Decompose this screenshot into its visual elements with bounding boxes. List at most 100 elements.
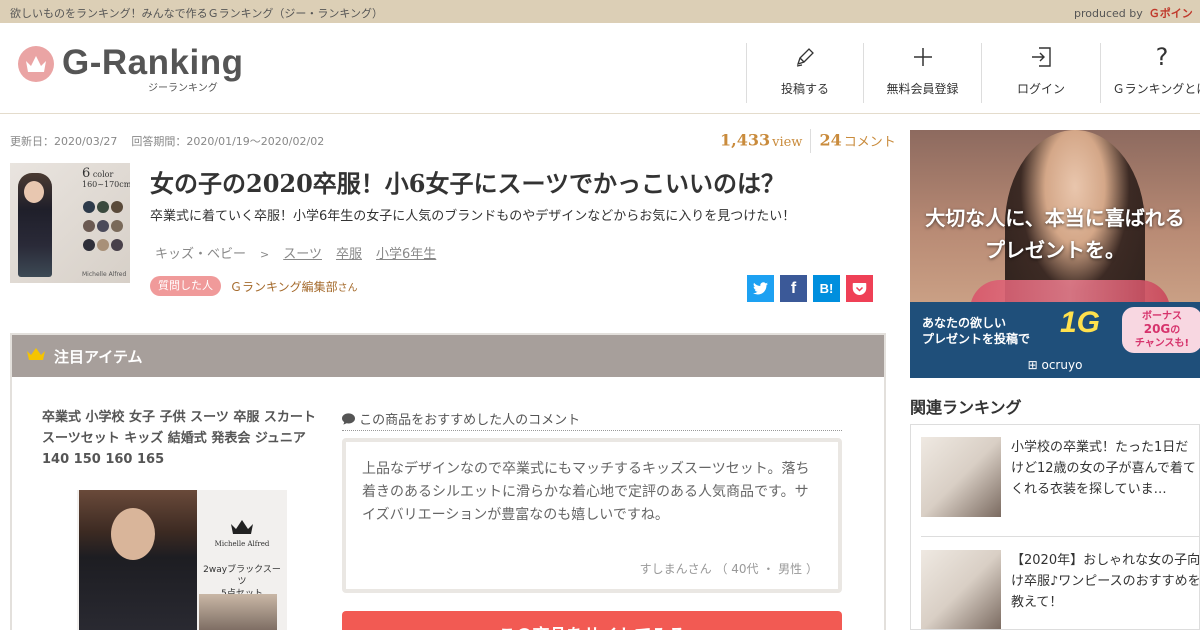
answer-period: 回答期間：2020/01/19～2020/02/02 — [131, 135, 325, 148]
plus-icon — [864, 43, 981, 71]
product-brand-text: Michelle Alfred — [214, 540, 270, 548]
ad-bonus-line3: チャンスも! — [1134, 338, 1190, 349]
pocket-share-button[interactable] — [846, 275, 873, 302]
question-description: 卒業式に着ていく卒服！小学6年生の女子に人気のブランドものやデザインなどからお気… — [150, 209, 796, 224]
related-ranking-text[interactable]: 小学校の卒業式！たった1日だけど12歳の女の子が喜んで着てくれる衣装を探していま… — [1011, 437, 1199, 500]
question-icon: ? — [1155, 43, 1169, 71]
hatena-icon: B! — [819, 281, 834, 296]
site-header: G-Ranking ジーランキング 投稿する 無料会員登録 ログイン ? Ｇラン… — [0, 23, 1200, 114]
view-on-site-button[interactable]: この商品をサイトでみる — [342, 611, 842, 630]
related-ranking-item[interactable]: 小学校の卒業式！たった1日だけど12歳の女の子が喜んで着てくれる衣装を探していま… — [911, 425, 1199, 525]
nav-login-label: ログイン — [1016, 82, 1065, 96]
question-stats: 1,433 view 24 コメント — [720, 129, 896, 153]
nav-post[interactable]: 投稿する — [746, 43, 863, 103]
color-swatch — [83, 239, 95, 251]
nav-about[interactable]: ? Ｇランキングとは — [1100, 43, 1200, 103]
thumbnail-color-label: color — [92, 170, 114, 179]
related-rankings-list: 小学校の卒業式！たった1日だけど12歳の女の子が喜んで着てくれる衣装を探していま… — [910, 424, 1200, 630]
asker-name-text[interactable]: Ｇランキング編集部 — [230, 280, 338, 294]
nav-register-label: 無料会員登録 — [886, 82, 959, 96]
stats-divider — [810, 129, 812, 153]
related-thumbnail — [921, 437, 1001, 517]
ad-headline-1: 大切な人に、本当に喜ばれる — [925, 206, 1185, 230]
ad-brand: ⊞ ocruyo — [910, 358, 1200, 372]
ad-headline-2: プレゼントを。 — [985, 238, 1125, 262]
thumbnail-size: 160~170cm — [82, 180, 130, 189]
ad-bonus-badge: ボーナス 20Gの チャンスも! — [1122, 307, 1200, 353]
hatena-share-button[interactable]: B! — [813, 275, 840, 302]
thumbnail-color-count: 6 — [82, 166, 91, 181]
color-swatch — [97, 239, 109, 251]
brand-crown-icon — [231, 520, 253, 534]
gift-icon: ⊞ — [1027, 358, 1038, 372]
twitter-share-button[interactable] — [747, 275, 774, 302]
thumbnail-text: 6 color 160~170cm — [82, 166, 130, 190]
question-thumbnail: 6 color 160~170cm Michelle Alfred — [10, 163, 130, 283]
nav-register[interactable]: 無料会員登録 — [863, 43, 981, 103]
thumbnail-face — [24, 181, 44, 203]
login-icon — [982, 43, 1100, 71]
color-swatch — [111, 201, 123, 213]
ad-line-2: プレゼントを投稿で — [922, 332, 1031, 346]
comment-box: 上品なデザインなので卒業式にもマッチするキッズスーツセット。落ち着きのあるシルエ… — [342, 438, 842, 593]
comment-unit[interactable]: コメント — [844, 135, 896, 150]
twitter-icon — [753, 282, 768, 295]
comment-heading-text: この商品をおすすめした人のコメント — [359, 413, 581, 428]
ad-banner[interactable]: 大切な人に、本当に喜ばれる プレゼントを。 あなたの欲しい プレゼントを投稿で … — [910, 130, 1200, 378]
tag-link[interactable]: スーツ — [283, 247, 322, 262]
category-label[interactable]: キッズ・ベビー — [155, 247, 246, 262]
color-swatch — [111, 220, 123, 232]
category-arrow: > — [260, 248, 270, 261]
asker-suffix: さん — [337, 283, 358, 294]
tag-link[interactable]: 小学6年生 — [376, 247, 436, 262]
color-swatch — [111, 239, 123, 251]
featured-item-panel: 注目アイテム 卒業式 小学校 女子 子供 スーツ 卒服 スカートスーツセット キ… — [10, 333, 886, 630]
crown-logo-icon — [18, 46, 54, 82]
pocket-icon — [852, 282, 867, 295]
view-unit: view — [772, 134, 803, 150]
gpoint-link[interactable]: Ｇポイン — [1149, 7, 1193, 20]
color-swatch — [83, 220, 95, 232]
featured-item-heading: 注目アイテム — [54, 348, 143, 366]
product-name[interactable]: 卒業式 小学校 女子 子供 スーツ 卒服 スカートスーツセット キッズ 結婚式 … — [42, 407, 322, 470]
product-model-face — [111, 508, 155, 560]
facebook-share-button[interactable]: f — [780, 275, 807, 302]
question-meta: 更新日：2020/03/27 回答期間：2020/01/19～2020/02/02 — [10, 133, 324, 149]
asker-badge: 質問した人 — [150, 276, 221, 296]
ad-bonus-particle: の — [1170, 325, 1181, 336]
nav-login[interactable]: ログイン — [981, 43, 1100, 103]
ad-highlight: 1G — [1060, 306, 1101, 339]
top-bar: 欲しいものをランキング！みんなで作るＧランキング（ジー・ランキング） produ… — [0, 0, 1200, 23]
view-count: 1,433 — [720, 130, 771, 150]
logo-subtext: ジーランキング — [148, 83, 218, 94]
comment-text: 上品なデザインなので卒業式にもマッチするキッズスーツセット。落ち着きのあるシルエ… — [362, 461, 810, 523]
produced-by: produced by Ｇポイン — [1074, 5, 1193, 21]
updated-date: 更新日：2020/03/27 — [10, 135, 118, 148]
thumbnail-caption: Michelle Alfred — [82, 271, 127, 278]
ad-bonus-amount: 20G — [1143, 322, 1171, 336]
product-brand: Michelle Alfred — [207, 518, 277, 549]
color-swatches — [82, 199, 124, 256]
comment-heading: この商品をおすすめした人のコメント — [342, 409, 842, 431]
related-rankings-title: 関連ランキング — [910, 398, 1022, 417]
question-title: 女の子の2020卒服！小6女子にスーツでかっこいいのは？ — [150, 169, 786, 198]
product-image[interactable]: Michelle Alfred 2wayブラックスーツ 5点セット — [77, 490, 287, 630]
ad-brand-text: ocruyo — [1041, 358, 1083, 372]
tag-link[interactable]: 卒服 — [336, 247, 362, 262]
facebook-icon: f — [790, 279, 797, 297]
color-swatch — [97, 201, 109, 213]
breadcrumb-tags: キッズ・ベビー > スーツ 卒服 小学6年生 — [155, 243, 436, 262]
nav-post-label: 投稿する — [780, 82, 829, 96]
produced-by-label: produced by — [1074, 7, 1143, 20]
related-ranking-text[interactable]: 【2020年】おしゃれな女の子向け卒服♪ワンピースのおすすめを教えて！ — [1011, 550, 1199, 613]
product-image-label-line1: 2wayブラックスーツ — [203, 565, 281, 587]
pen-icon — [747, 43, 863, 71]
related-divider — [921, 536, 1199, 537]
ad-line-1: あなたの欲しい — [922, 316, 1007, 330]
related-ranking-item[interactable]: 【2020年】おしゃれな女の子向け卒服♪ワンピースのおすすめを教えて！ — [911, 538, 1199, 629]
related-thumbnail — [921, 550, 1001, 629]
featured-item-header: 注目アイテム — [12, 335, 884, 377]
speech-bubble-icon — [342, 413, 355, 425]
asker-name[interactable]: Ｇランキング編集部さん — [230, 278, 358, 295]
comment-count[interactable]: 24 — [819, 131, 841, 150]
